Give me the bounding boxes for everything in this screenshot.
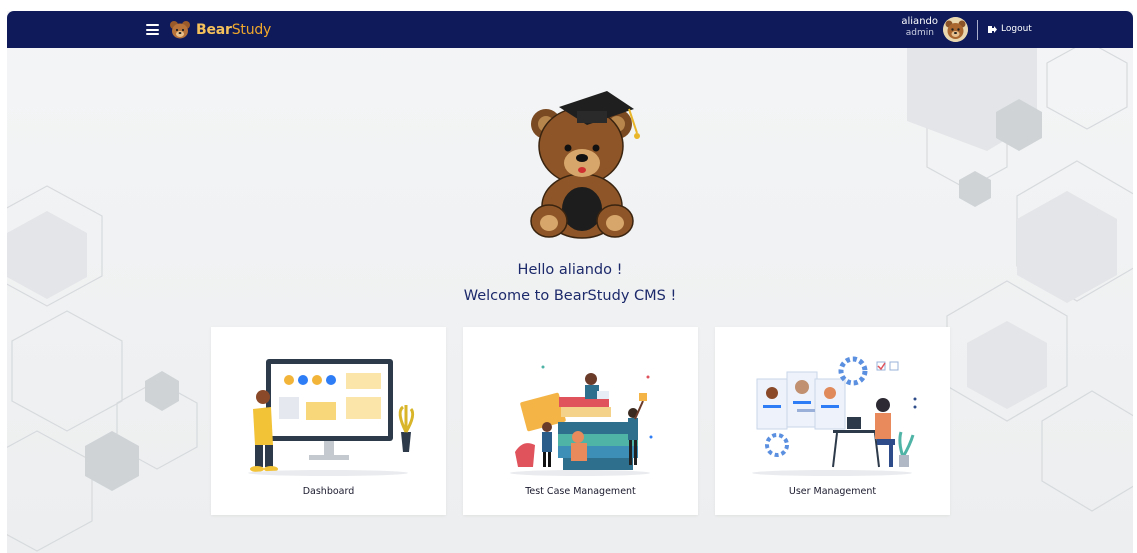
user-info: aliando admin xyxy=(901,16,938,39)
bear-mascot-illustration xyxy=(530,91,640,239)
app-frame: BearStudy aliando admin Logout Hello ali… xyxy=(7,11,1133,553)
dashboard-card[interactable]: Dashboard xyxy=(211,327,446,515)
logout-button[interactable]: Logout xyxy=(988,24,1032,34)
logout-label: Logout xyxy=(1001,24,1032,34)
user-name: aliando xyxy=(901,16,938,27)
brand-text: BearStudy xyxy=(196,22,272,38)
test-case-management-label: Test Case Management xyxy=(525,486,636,497)
logout-icon xyxy=(988,25,997,33)
navbar-divider xyxy=(977,20,978,40)
dashboard-label: Dashboard xyxy=(302,486,355,497)
user-management-card[interactable]: User Management xyxy=(715,327,950,515)
menu-icon[interactable] xyxy=(146,24,159,35)
greeting-line-1: Hello aliando ! xyxy=(517,262,623,278)
bear-logo-icon xyxy=(170,21,190,39)
test-case-illustration xyxy=(510,365,653,476)
brand-logo[interactable]: BearStudy xyxy=(169,18,271,42)
dashboard-illustration xyxy=(248,359,415,476)
top-navbar: BearStudy aliando admin Logout xyxy=(7,11,1133,48)
avatar[interactable] xyxy=(943,17,968,42)
bear-avatar-icon xyxy=(943,17,968,42)
user-role: admin xyxy=(905,28,934,38)
greeting-line-2: Welcome to BearStudy CMS ! xyxy=(463,288,677,304)
user-management-label: User Management xyxy=(788,486,877,497)
test-case-management-card[interactable]: Test Case Management xyxy=(463,327,698,515)
user-management-illustration xyxy=(752,356,917,476)
